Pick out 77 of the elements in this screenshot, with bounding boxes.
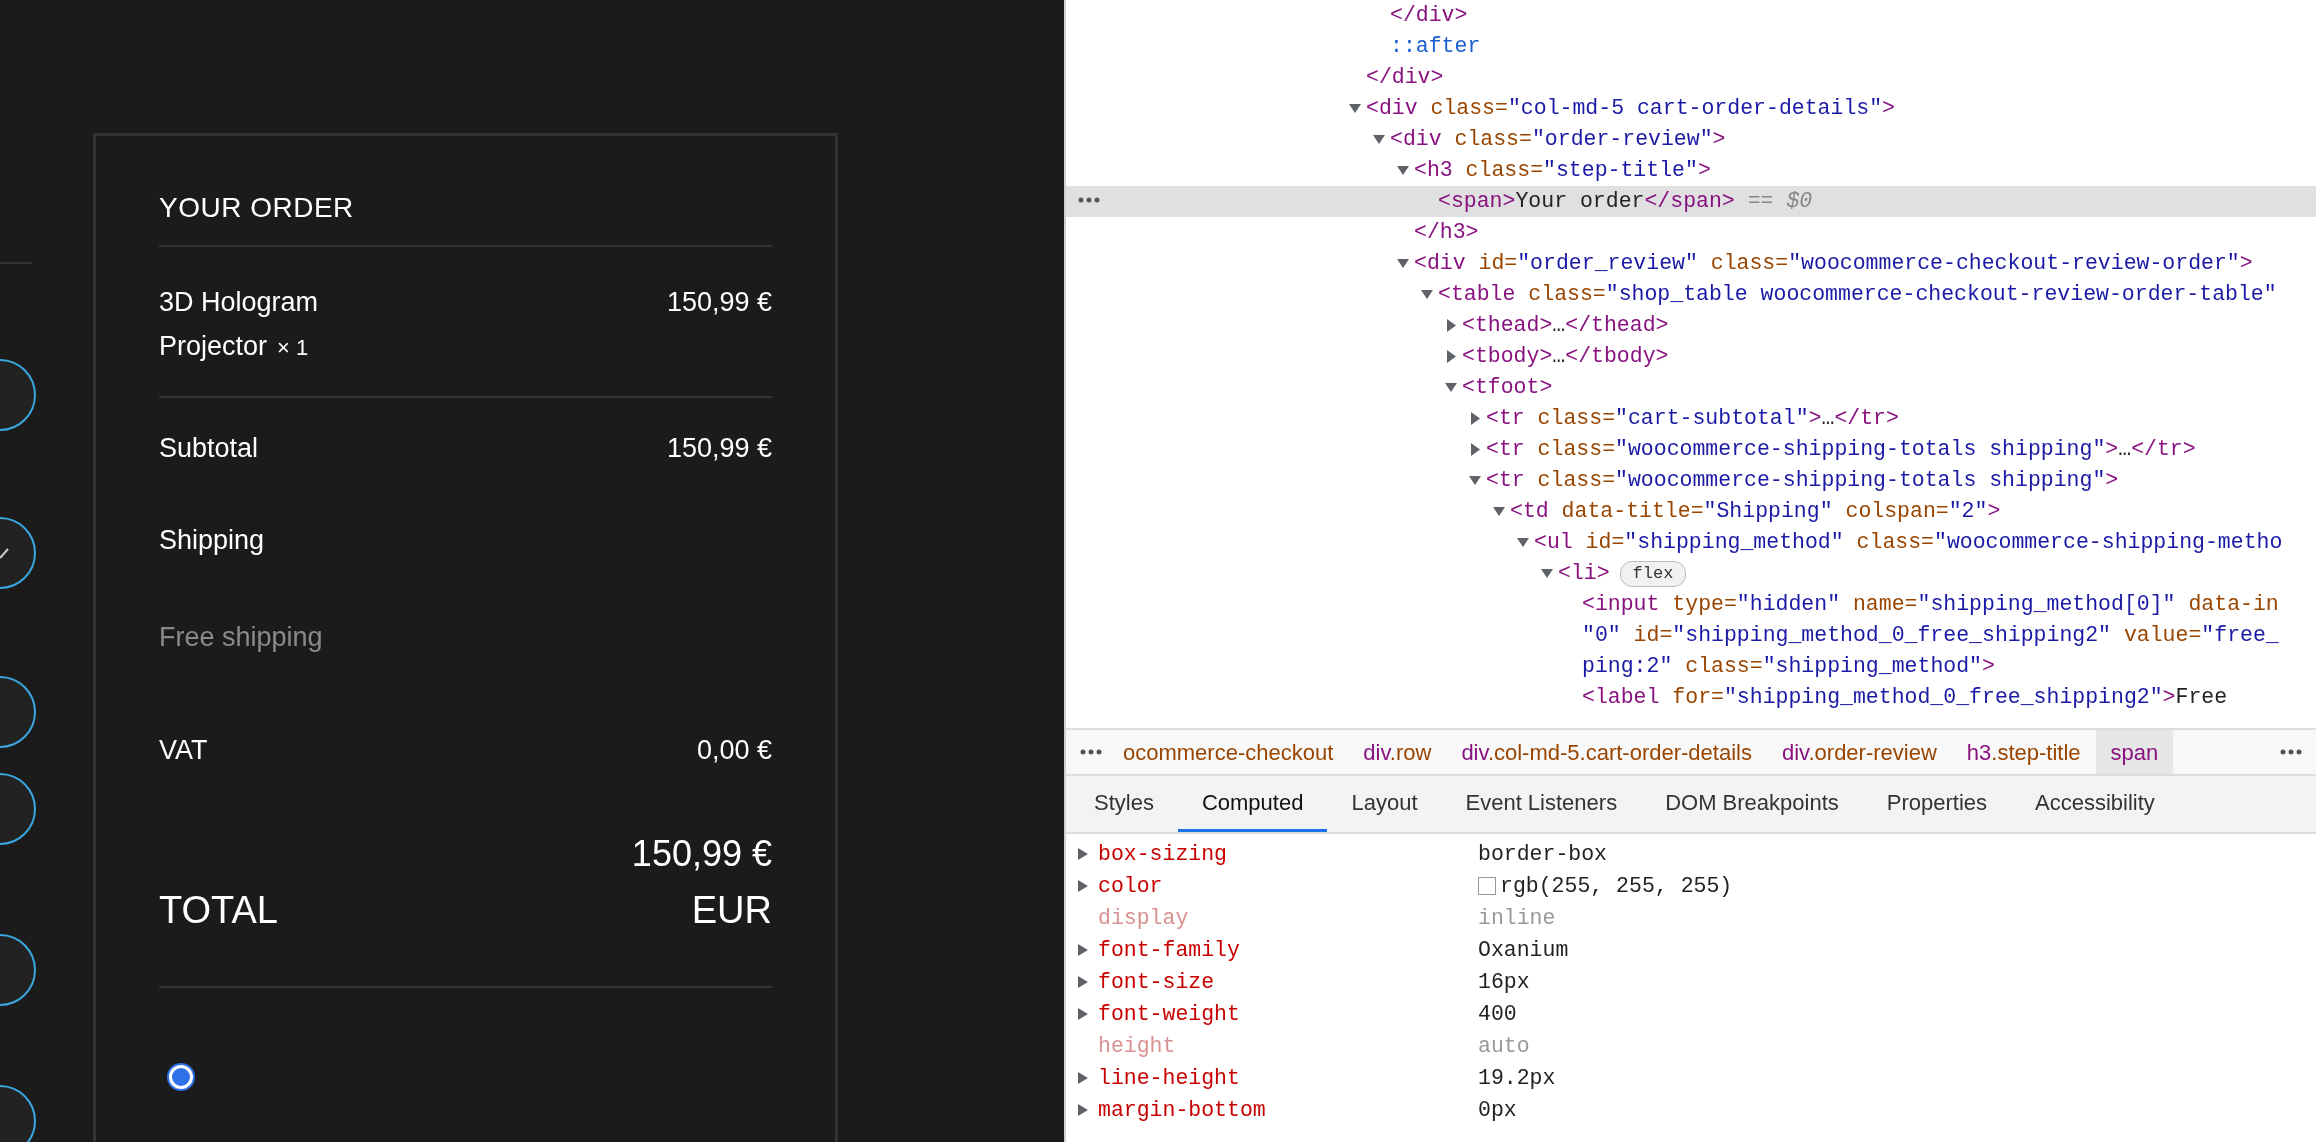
caret-right-icon[interactable]	[1076, 1103, 1090, 1117]
order-heading: YOUR ORDER	[159, 191, 355, 225]
total-amount: 150,99 €	[631, 832, 772, 876]
dom-tree-row[interactable]: <tbody>…</tbody>	[1066, 341, 2316, 372]
property-value: inline	[1478, 905, 1556, 932]
total-label: TOTAL	[159, 888, 278, 933]
breadcrumb-item[interactable]: div.col-md-5.cart-order-details	[1446, 730, 1767, 774]
dom-tree-row[interactable]: <li> flex	[1066, 558, 2316, 589]
caret-right-icon[interactable]	[1076, 847, 1090, 861]
shipping-method: Free shipping	[159, 621, 323, 654]
dom-tree-row[interactable]: <tfoot>	[1066, 372, 2316, 403]
dom-tree-row[interactable]: <div id="order_review" class="woocommerce-checkout-review-order">	[1066, 248, 2316, 279]
vat-value: 0,00 €	[696, 734, 772, 767]
property-name: font-family	[1098, 937, 1241, 964]
dom-tree-row[interactable]: <div class="col-md-5 cart-order-details">	[1066, 93, 2316, 124]
more-icon[interactable]	[2280, 749, 2302, 755]
vat-label: VAT	[159, 734, 208, 767]
property-name: color	[1098, 873, 1164, 900]
caret-right-icon[interactable]	[1076, 943, 1090, 957]
dom-tree-row[interactable]: <table class="shop_table woocommerce-checkout-review-order-table"	[1066, 279, 2316, 310]
property-value: 19.2px	[1478, 1065, 1556, 1092]
panel-tab[interactable]: Styles	[1070, 776, 1178, 832]
breadcrumb-item[interactable]: ocommerce-checkout	[1108, 730, 1349, 774]
dom-tree-row[interactable]: <ul id="shipping_method" class="woocommerce-shipping-metho	[1066, 527, 2316, 558]
dom-tree-row[interactable]: <tr class="cart-subtotal">…</tr>	[1066, 403, 2316, 434]
caret-right-icon[interactable]	[1076, 975, 1090, 989]
panel-tab[interactable]: Event Listeners	[1441, 776, 1642, 832]
property-name: font-size	[1098, 969, 1216, 996]
breadcrumb-item[interactable]: span	[2095, 730, 2174, 774]
dom-tree-row[interactable]: </div>	[1066, 0, 2316, 31]
property-value: 0px	[1478, 1097, 1517, 1124]
dom-tree-row[interactable]: ::after	[1066, 31, 2316, 62]
dom-tree-row[interactable]: <span>Your order</span> == $0	[1066, 186, 2316, 217]
breadcrumb-item[interactable]: h3.step-title	[1951, 730, 2096, 774]
more-icon[interactable]	[1080, 749, 1102, 755]
panel-tab[interactable]: DOM Breakpoints	[1641, 776, 1863, 832]
product-price: 150,99 €	[666, 286, 772, 319]
caret-right-icon[interactable]	[1076, 1071, 1090, 1085]
property-value: border-box	[1478, 841, 1608, 868]
dom-tree-row[interactable]: <tr class="woocommerce-shipping-totals shipping">…</tr>	[1066, 434, 2316, 465]
panel-tab[interactable]: Computed	[1177, 776, 1328, 832]
property-value: 16px	[1478, 969, 1530, 996]
breadcrumb-item[interactable]: div.order-review	[1766, 730, 1952, 774]
panel-tab[interactable]: Properties	[1862, 776, 2012, 832]
caret-right-icon[interactable]	[1076, 879, 1090, 893]
layout-badge[interactable]: flex	[1619, 561, 1687, 587]
dom-tree-row[interactable]: </h3>	[1066, 217, 2316, 248]
dom-tree-row[interactable]: <input type="hidden" name="shipping_method[0]" data-in "0" id="shipping_method_0_free_shipping2" value="free_ ping:2" class="shipping_method">	[1066, 589, 2316, 682]
property-name: margin-bottom	[1098, 1097, 1267, 1124]
property-name: font-weight	[1098, 1001, 1241, 1028]
dom-tree-row[interactable]: <td data-title="Shipping" colspan="2">	[1066, 496, 2316, 527]
property-name: display	[1098, 905, 1190, 932]
property-value: auto	[1478, 1033, 1530, 1060]
subtotal-label: Subtotal	[159, 432, 259, 465]
subtotal-value: 150,99 €	[666, 432, 772, 465]
more-icon[interactable]	[1078, 197, 1100, 203]
property-value: Oxanium	[1478, 937, 1569, 964]
property-value: rgb(255, 255, 255)	[1500, 873, 1733, 900]
color-swatch-icon[interactable]	[1478, 877, 1496, 895]
property-name: line-height	[1098, 1065, 1241, 1092]
dom-tree-row[interactable]: <thead>…</thead>	[1066, 310, 2316, 341]
dom-tree-row[interactable]: <h3 class="step-title">	[1066, 155, 2316, 186]
dom-tree-row[interactable]: </div>	[1066, 62, 2316, 93]
panel-tab[interactable]: Layout	[1327, 776, 1442, 832]
product-name: 3D Hologram Projector × 1	[159, 286, 320, 363]
dom-tree-row[interactable]: <div class="order-review">	[1066, 124, 2316, 155]
shipping-label: Shipping	[159, 524, 265, 557]
caret-right-icon[interactable]	[1076, 1007, 1090, 1021]
property-name: height	[1098, 1033, 1177, 1060]
dom-tree-row[interactable]: <tr class="woocommerce-shipping-totals shipping">	[1066, 465, 2316, 496]
property-value: 400	[1478, 1001, 1517, 1028]
total-currency: EUR	[691, 888, 772, 933]
dom-tree-row[interactable]: <label for="shipping_method_0_free_shipping2">Free	[1066, 682, 2316, 713]
payment-method-radio[interactable]	[169, 1065, 193, 1089]
property-name: box-sizing	[1098, 841, 1229, 868]
breadcrumb-item[interactable]: div.row	[1348, 730, 1447, 774]
panel-tab[interactable]: Accessibility	[2011, 776, 2179, 832]
